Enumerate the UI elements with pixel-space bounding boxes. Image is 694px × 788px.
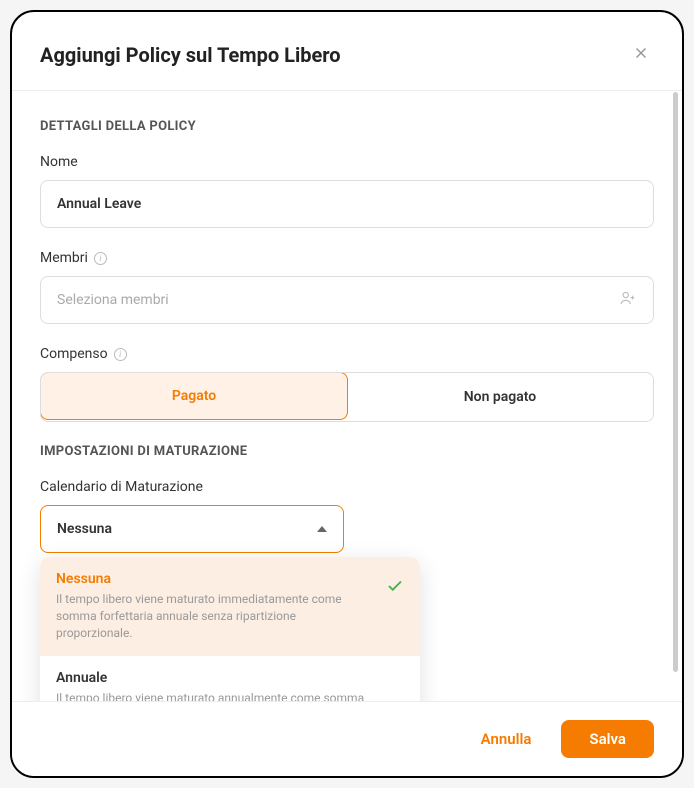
option-desc: Il tempo libero viene maturato immediata… xyxy=(56,591,404,641)
field-name: Nome xyxy=(40,154,654,228)
info-icon[interactable]: i xyxy=(114,348,127,361)
modal-header: Aggiungi Policy sul Tempo Libero xyxy=(12,12,682,91)
toggle-paid[interactable]: Pagato xyxy=(40,372,348,420)
modal-body: DETTAGLI DELLA POLICY Nome Membri i Sele… xyxy=(12,91,682,701)
option-title: Annuale xyxy=(56,670,404,686)
members-placeholder: Seleziona membri xyxy=(57,292,169,308)
label-name: Nome xyxy=(40,154,654,170)
label-members: Membri i xyxy=(40,250,654,266)
modal-footer: Annulla Salva xyxy=(12,701,682,776)
accrual-option-annual[interactable]: Annuale Il tempo libero viene maturato a… xyxy=(40,655,420,701)
modal-title: Aggiungi Policy sul Tempo Libero xyxy=(40,43,341,67)
toggle-unpaid[interactable]: Non pagato xyxy=(347,373,653,421)
label-compensation: Compenso i xyxy=(40,346,654,362)
modal-add-leave-policy: Aggiungi Policy sul Tempo Libero DETTAGL… xyxy=(10,10,684,778)
cancel-button[interactable]: Annulla xyxy=(465,720,548,758)
field-members: Membri i Seleziona membri xyxy=(40,250,654,324)
field-compensation: Compenso i Pagato Non pagato xyxy=(40,346,654,422)
accrual-schedule-value: Nessuna xyxy=(57,521,112,537)
chevron-up-icon xyxy=(317,526,327,532)
save-button[interactable]: Salva xyxy=(561,720,654,758)
close-button[interactable] xyxy=(628,40,654,70)
section-accrual: IMPOSTAZIONI DI MATURAZIONE Calendario d… xyxy=(40,444,654,553)
label-accrual-schedule: Calendario di Maturazione xyxy=(40,479,654,495)
close-icon xyxy=(632,51,650,66)
accrual-schedule-trigger[interactable]: Nessuna xyxy=(40,505,344,553)
compensation-toggle: Pagato Non pagato xyxy=(40,372,654,422)
accrual-schedule-dropdown: Nessuna Nessuna Il tempo libero viene ma… xyxy=(40,505,344,553)
field-accrual-schedule: Calendario di Maturazione Nessuna Nessun… xyxy=(40,479,654,553)
label-compensation-text: Compenso xyxy=(40,346,108,362)
section-title-policy-details: DETTAGLI DELLA POLICY xyxy=(40,119,654,134)
accrual-schedule-menu: Nessuna Il tempo libero viene maturato i… xyxy=(40,557,420,701)
option-desc: Il tempo libero viene maturato annualmen… xyxy=(56,690,404,701)
option-title: Nessuna xyxy=(56,571,404,587)
name-input[interactable] xyxy=(40,180,654,228)
section-title-accrual: IMPOSTAZIONI DI MATURAZIONE xyxy=(40,444,654,459)
label-members-text: Membri xyxy=(40,250,88,266)
accrual-option-none[interactable]: Nessuna Il tempo libero viene maturato i… xyxy=(40,557,420,655)
add-user-icon xyxy=(619,289,637,311)
check-icon xyxy=(386,577,404,599)
info-icon[interactable]: i xyxy=(94,252,107,265)
members-select[interactable]: Seleziona membri xyxy=(40,276,654,324)
